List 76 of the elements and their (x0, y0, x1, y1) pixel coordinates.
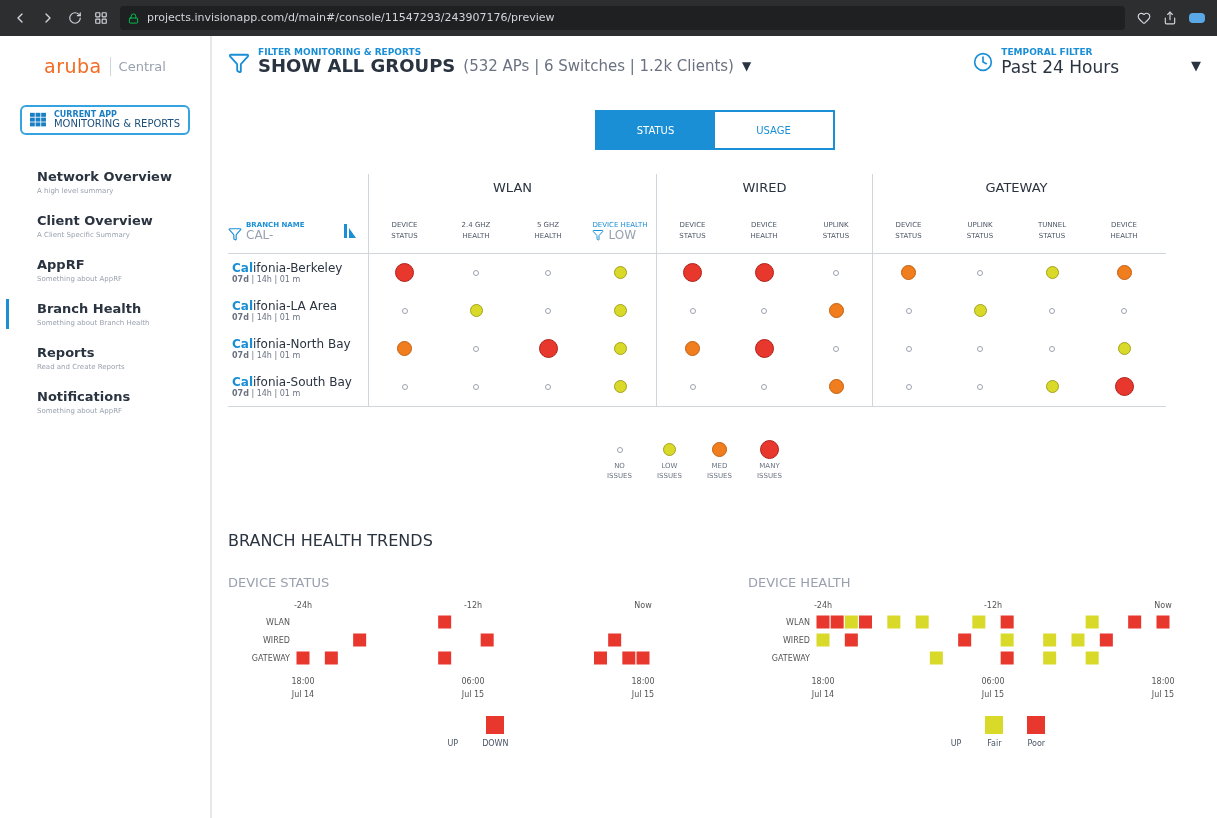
address-bar[interactable]: projects.invisionapp.com/d/main#/console/11547293/243907176/preview (120, 6, 1125, 30)
filter-icon[interactable] (228, 226, 242, 241)
group-heading: WIRED (742, 179, 787, 197)
legend-label: Fair (987, 738, 1002, 750)
group-heading: WLAN (493, 179, 532, 197)
filter-icon[interactable] (592, 228, 605, 241)
tick-label: -24h (293, 601, 313, 610)
group-caret[interactable]: ▼ (741, 60, 752, 72)
branch-uptime: 07d | 14h | 01 m (232, 275, 301, 284)
legend-label: UP (950, 738, 962, 750)
date-label: Jul 14 (291, 690, 315, 699)
time-label: 18:00 (811, 677, 835, 686)
clock-icon (973, 52, 994, 72)
url-text: projects.invisionapp.com/d/main#/console/11547293/243907176/preview (147, 9, 555, 26)
sidebar-item-title: Network Overview (37, 167, 173, 186)
date-label: Jul 15 (981, 690, 1005, 699)
section-title: BRANCH HEALTH TRENDS (228, 529, 434, 552)
time-label: 06:00 (981, 677, 1005, 686)
tick-label: Now (634, 601, 652, 610)
current-app-button[interactable]: CURRENT APP MONITORING & REPORTS (20, 104, 190, 135)
group-heading: GATEWAY (985, 179, 1048, 197)
row-label: WLAN (786, 618, 810, 627)
legend-label: Poor (1027, 738, 1046, 750)
filter-label: FILTER MONITORING & REPORTS (258, 48, 423, 57)
tick-label: -12h (983, 601, 1003, 610)
sidebar-item-title: Notifications (37, 387, 132, 406)
current-app-name: MONITORING & REPORTS (53, 118, 180, 129)
legend-label: UP (447, 738, 459, 750)
grid-icon (30, 110, 46, 129)
reload-icon[interactable] (68, 11, 82, 25)
current-app-label: CURRENT APP (53, 110, 118, 119)
product-name: Central (109, 56, 166, 76)
sidebar-item-title: AppRF (37, 255, 86, 274)
lock-icon (128, 12, 139, 24)
time-label: 18:00 (291, 677, 315, 686)
branch-name[interactable]: Califonia-South Bay (232, 375, 368, 388)
legend-label: DOWN (482, 738, 509, 750)
row-label: WIRED (262, 636, 290, 645)
date-label: Jul 15 (461, 690, 485, 699)
date-label: Jul 15 (1151, 690, 1175, 699)
branch-uptime: 07d | 14h | 01 m (232, 313, 302, 322)
extension-icon[interactable] (1189, 13, 1205, 23)
tick-label: -12h (463, 601, 483, 610)
sidebar-item-title: Branch Health (37, 299, 143, 318)
time-label: 06:00 (461, 677, 485, 686)
logo: aruba (44, 54, 102, 79)
sidebar-item-title: Reports (37, 343, 96, 362)
row-label: WLAN (266, 618, 290, 627)
date-label: Jul 15 (631, 690, 655, 699)
chart-title: DEVICE STATUS (228, 573, 331, 592)
branch-uptime: 07d | 14h | 01 m (232, 351, 302, 360)
row-label: WIRED (782, 636, 810, 645)
view-tab[interactable]: STATUS (596, 112, 715, 148)
menu-caret[interactable]: ▼ (1191, 56, 1201, 76)
sort-icon[interactable] (344, 224, 356, 238)
tick-label: -24h (813, 601, 833, 610)
row-label: GATEWAY (771, 654, 810, 663)
share-icon[interactable] (1163, 11, 1177, 25)
group-selector[interactable]: SHOW ALL GROUPS (258, 57, 456, 75)
branch-name[interactable]: Califonia-Berkeley (232, 261, 368, 274)
branch-name[interactable]: Califonia-North Bay (232, 337, 368, 350)
row-label: GATEWAY (251, 654, 290, 663)
branch-name[interactable]: Califonia-LA Area (232, 299, 368, 312)
time-label: 18:00 (631, 677, 655, 686)
chart-title: DEVICE HEALTH (748, 573, 852, 592)
tick-label: Now (1154, 601, 1172, 610)
branch-uptime: 07d | 14h | 01 m (232, 389, 302, 398)
date-label: Jul 14 (811, 690, 835, 699)
group-counts: (532 APs | 6 Switches | 1.2k Clients) (463, 58, 734, 74)
filter-icon[interactable] (228, 52, 250, 74)
sidebar-item-title: Client Overview (37, 211, 154, 230)
temporal-value[interactable]: Past 24 Hours (1001, 59, 1119, 76)
temporal-label: TEMPORAL FILTER (1001, 48, 1094, 57)
time-label: 18:00 (1151, 677, 1175, 686)
heart-icon[interactable] (1137, 11, 1151, 25)
grid-icon[interactable] (94, 11, 108, 25)
